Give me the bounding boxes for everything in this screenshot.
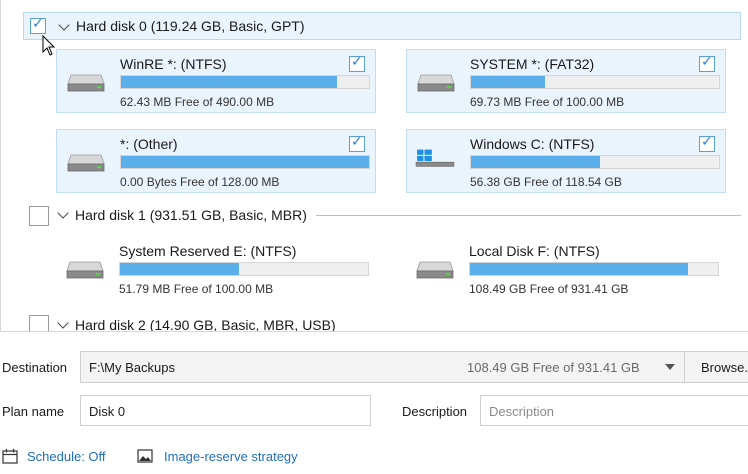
destination-free-space: 108.49 GB Free of 931.41 GB — [467, 360, 640, 375]
partition-free-space: 108.49 GB Free of 931.41 GB — [469, 282, 629, 296]
description-placeholder: Description — [489, 404, 555, 419]
schedule-link[interactable]: Schedule: Off — [27, 449, 106, 464]
destination-label: Destination — [2, 360, 68, 375]
description-input[interactable]: Description — [480, 395, 748, 426]
partition-other[interactable]: *: (Other) ✓ 0.00 Bytes Free of 128.00 M… — [56, 129, 376, 193]
windows-drive-icon — [415, 149, 455, 167]
browse-label: Browse... — [701, 360, 748, 375]
partition-local-disk-f[interactable]: Local Disk F: (NTFS) 108.49 GB Free of 9… — [406, 237, 726, 301]
partition-system-reserved[interactable]: System Reserved E: (NTFS) 51.79 MB Free … — [56, 237, 376, 301]
disk-2-header[interactable]: Hard disk 2 (14.90 GB, Basic, MBR, USB) — [23, 311, 741, 332]
disk-1-title: Hard disk 1 (931.51 GB, Basic, MBR) — [75, 207, 307, 223]
chevron-down-icon[interactable] — [58, 19, 70, 31]
drive-icon — [67, 74, 105, 92]
partition-checkbox[interactable]: ✓ — [349, 134, 365, 152]
disk-0-header[interactable]: ✓ Hard disk 0 (119.24 GB, Basic, GPT) — [23, 12, 741, 40]
partition-checkbox[interactable]: ✓ — [699, 134, 715, 152]
browse-button[interactable]: Browse... — [684, 351, 748, 383]
usage-bar-fill — [470, 263, 689, 275]
partition-winre[interactable]: WinRE *: (NTFS) ✓ 62.43 MB Free of 490.0… — [56, 49, 376, 113]
partition-windows-c[interactable]: Windows C: (NTFS) ✓ 56.38 GB Free of 118… — [406, 129, 726, 193]
partition-name: Windows C: (NTFS) — [470, 136, 595, 152]
image-icon — [137, 449, 153, 463]
disk-list-panel: ✓ Hard disk 0 (119.24 GB, Basic, GPT) Wi… — [0, 0, 748, 332]
usage-bar-fill — [120, 263, 240, 275]
usage-bar — [119, 262, 369, 276]
partition-free-space: 56.38 GB Free of 118.54 GB — [470, 175, 622, 189]
usage-bar — [470, 155, 720, 169]
partition-free-space: 51.79 MB Free of 100.00 MB — [119, 282, 274, 296]
disk-2-checkbox[interactable] — [29, 315, 49, 331]
partition-name: Local Disk F: (NTFS) — [469, 243, 600, 259]
partition-checkbox[interactable]: ✓ — [699, 54, 715, 72]
chevron-down-icon[interactable] — [57, 207, 69, 219]
mouse-cursor-icon — [42, 35, 56, 56]
plan-name-input[interactable]: Disk 0 — [80, 395, 371, 426]
plan-name-value: Disk 0 — [89, 404, 126, 419]
disk-0-title: Hard disk 0 (119.24 GB, Basic, GPT) — [76, 18, 305, 34]
partition-name: System Reserved E: (NTFS) — [119, 243, 297, 259]
usage-bar — [469, 262, 719, 276]
plan-name-label: Plan name — [2, 404, 65, 419]
chevron-down-icon[interactable] — [57, 317, 69, 329]
dropdown-arrow-icon[interactable] — [665, 364, 675, 371]
divider — [316, 215, 741, 216]
usage-bar — [120, 155, 370, 169]
partition-name: WinRE *: (NTFS) — [120, 56, 227, 72]
drive-icon — [417, 74, 455, 92]
usage-bar — [120, 75, 370, 89]
usage-bar-fill — [121, 156, 369, 168]
partition-free-space: 69.73 MB Free of 100.00 MB — [470, 95, 625, 109]
partition-system[interactable]: SYSTEM *: (FAT32) ✓ 69.73 MB Free of 100… — [406, 49, 726, 113]
partition-checkbox[interactable]: ✓ — [349, 54, 365, 72]
partition-name: *: (Other) — [120, 136, 178, 152]
usage-bar-fill — [471, 156, 600, 168]
drive-icon — [66, 261, 104, 279]
partition-free-space: 62.43 MB Free of 490.00 MB — [120, 95, 275, 109]
drive-icon — [416, 261, 454, 279]
destination-field[interactable]: F:\My Backups 108.49 GB Free of 931.41 G… — [80, 351, 685, 383]
description-label: Description — [402, 404, 468, 419]
partition-name: SYSTEM *: (FAT32) — [470, 56, 595, 72]
destination-value: F:\My Backups — [89, 360, 175, 375]
drive-icon — [67, 154, 105, 172]
disk-1-checkbox[interactable] — [29, 206, 49, 226]
usage-bar-fill — [471, 76, 546, 88]
disk-1-header[interactable]: Hard disk 1 (931.51 GB, Basic, MBR) — [23, 201, 741, 229]
partition-free-space: 0.00 Bytes Free of 128.00 MB — [120, 175, 280, 189]
disk-0-checkbox[interactable]: ✓ — [30, 16, 46, 34]
disk-2-title: Hard disk 2 (14.90 GB, Basic, MBR, USB) — [75, 317, 336, 332]
usage-bar-fill — [121, 76, 337, 88]
image-reserve-strategy-link[interactable]: Image-reserve strategy — [164, 449, 298, 464]
usage-bar — [470, 75, 720, 89]
calendar-icon — [2, 449, 18, 464]
